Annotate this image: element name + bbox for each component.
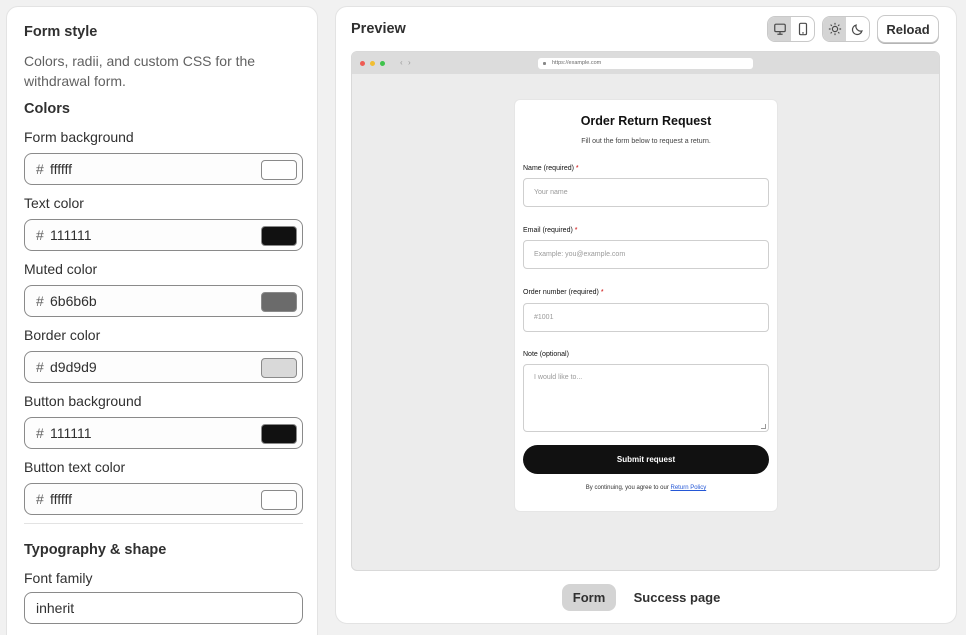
text-color-value[interactable]: 111111 xyxy=(50,227,92,243)
form-style-panel: Form style Colors, radii, and custom CSS… xyxy=(6,6,318,635)
hash-prefix: # xyxy=(36,425,44,441)
form-background-field[interactable]: # ffffff xyxy=(24,153,303,185)
form-title: Order Return Request xyxy=(580,114,712,128)
text-color-field[interactable]: # 111111 xyxy=(24,219,303,251)
note-textarea[interactable]: I would like to... xyxy=(523,364,769,432)
border-color-field[interactable]: # d9d9d9 xyxy=(24,351,303,383)
hash-prefix: # xyxy=(36,227,44,243)
required-mark: * xyxy=(575,165,579,172)
moon-icon[interactable] xyxy=(846,17,869,41)
preview-title: Preview xyxy=(351,21,406,37)
muted-color-swatch[interactable] xyxy=(261,292,297,312)
muted-color-label: Muted color xyxy=(24,261,98,277)
desktop-icon[interactable] xyxy=(768,17,791,41)
form-subtitle: Fill out the form below to request a ret… xyxy=(581,138,711,145)
form-footer: By continuing, you agree to our Return P… xyxy=(515,485,777,491)
preview-frame: ‹ › https://example.com Order Return Req… xyxy=(351,51,940,571)
minimize-dot-icon xyxy=(370,61,375,66)
font-family-input[interactable]: inherit xyxy=(24,592,303,624)
mobile-icon[interactable] xyxy=(791,17,814,41)
browser-url-bar: https://example.com xyxy=(538,58,753,69)
tab-form[interactable]: Form xyxy=(562,584,616,611)
muted-color-field[interactable]: # 6b6b6b xyxy=(24,285,303,317)
order-number-label-text: Order number (required) xyxy=(523,289,599,296)
sun-icon[interactable] xyxy=(823,17,846,41)
button-background-value[interactable]: 111111 xyxy=(50,425,92,441)
panel-title: Form style xyxy=(24,24,98,40)
button-background-swatch[interactable] xyxy=(261,424,297,444)
name-label-text: Name (required) xyxy=(523,165,574,172)
text-color-label: Text color xyxy=(24,195,84,211)
browser-chrome: ‹ › https://example.com xyxy=(352,52,939,74)
name-input[interactable]: Your name xyxy=(523,178,769,207)
close-dot-icon xyxy=(360,61,365,66)
button-background-label: Button background xyxy=(24,393,142,409)
border-color-value[interactable]: d9d9d9 xyxy=(50,359,97,375)
form-background-swatch[interactable] xyxy=(261,160,297,180)
reload-button[interactable]: Reload xyxy=(877,15,939,43)
muted-color-value[interactable]: 6b6b6b xyxy=(50,293,97,309)
hash-prefix: # xyxy=(36,293,44,309)
submit-request-button[interactable]: Submit request xyxy=(523,445,769,474)
hash-prefix: # xyxy=(36,161,44,177)
theme-toggle xyxy=(822,16,870,42)
back-arrow-icon: ‹ xyxy=(400,58,403,67)
hash-prefix: # xyxy=(36,491,44,507)
font-family-value[interactable]: inherit xyxy=(36,600,74,616)
email-input[interactable]: Example: you@example.com xyxy=(523,240,769,269)
maximize-dot-icon xyxy=(380,61,385,66)
email-label-text: Email (required) xyxy=(523,227,573,234)
form-background-label: Form background xyxy=(24,129,134,145)
section-divider xyxy=(24,523,303,524)
browser-url: https://example.com xyxy=(552,60,602,66)
resize-handle-icon[interactable] xyxy=(761,424,766,429)
button-text-color-label: Button text color xyxy=(24,459,126,475)
button-text-color-swatch[interactable] xyxy=(261,490,297,510)
panel-description: Colors, radii, and custom CSS for the wi… xyxy=(24,53,256,89)
required-mark: * xyxy=(574,227,578,234)
note-label: Note (optional) xyxy=(523,351,569,358)
border-color-label: Border color xyxy=(24,327,101,343)
device-toggle xyxy=(767,16,815,42)
note-placeholder: I would like to... xyxy=(534,374,583,381)
text-color-swatch[interactable] xyxy=(261,226,297,246)
footer-text: By continuing, you agree to our xyxy=(585,485,669,491)
preview-panel: Preview Reload ‹ › https://example.com O… xyxy=(335,6,957,624)
button-text-color-field[interactable]: # ffffff xyxy=(24,483,303,515)
tab-success-page[interactable]: Success page xyxy=(627,584,727,611)
font-family-label: Font family xyxy=(24,570,93,586)
forward-arrow-icon: › xyxy=(408,58,411,67)
button-text-color-value[interactable]: ffffff xyxy=(50,491,72,507)
email-label: Email (required) * xyxy=(523,227,577,234)
return-form-card: Order Return Request Fill out the form b… xyxy=(514,99,778,512)
border-color-swatch[interactable] xyxy=(261,358,297,378)
order-number-label: Order number (required) * xyxy=(523,289,604,296)
required-mark: * xyxy=(600,289,604,296)
button-background-field[interactable]: # 111111 xyxy=(24,417,303,449)
return-policy-link[interactable]: Return Policy xyxy=(671,485,707,491)
hash-prefix: # xyxy=(36,359,44,375)
typography-heading: Typography & shape xyxy=(24,542,167,558)
order-number-input[interactable]: #1001 xyxy=(523,303,769,332)
form-background-value[interactable]: ffffff xyxy=(50,161,72,177)
name-label: Name (required) * xyxy=(523,165,579,172)
colors-heading: Colors xyxy=(24,101,70,117)
lock-icon xyxy=(543,62,546,65)
